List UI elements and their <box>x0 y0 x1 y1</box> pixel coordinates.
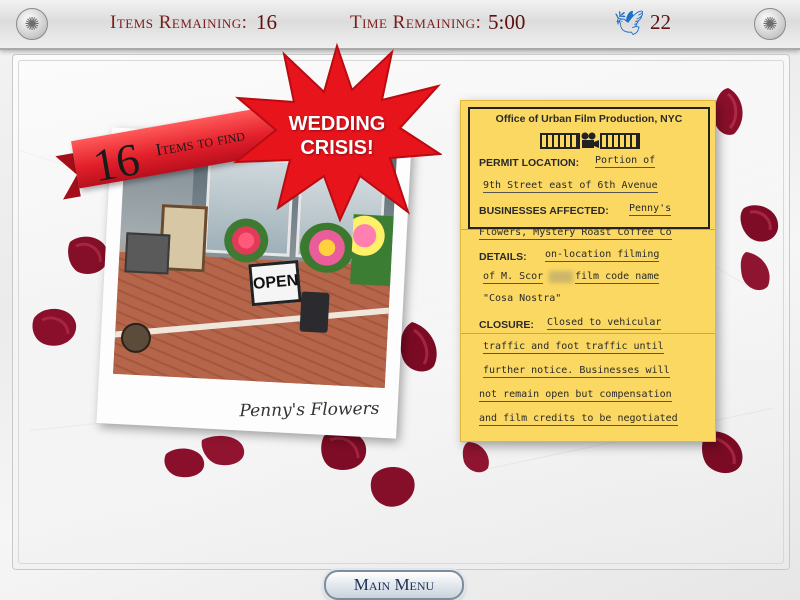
film-permit-note: Office of Urban Film Production, NYC PER… <box>460 100 716 442</box>
ornament-icon: ✺ <box>754 8 786 40</box>
businesses-affected-value: Penny's <box>629 203 672 216</box>
closure-value: Closed to vehicular <box>547 317 662 330</box>
ornament-icon: ✺ <box>16 8 48 40</box>
burst-text: WEDDING CRISIS! <box>232 112 442 160</box>
hint-count: 22 <box>650 10 671 34</box>
flower-bunch <box>350 214 394 287</box>
permit-title: Office of Urban Film Production, NYC <box>495 113 683 125</box>
items-remaining-label: Items Remaining: <box>110 12 248 33</box>
rose-petal-icon <box>740 252 770 291</box>
closure-value: and film credits to be negotiated <box>479 413 678 426</box>
details-label: DETAILS: <box>479 251 527 263</box>
time-remaining-label: Time Remaining: <box>350 12 482 33</box>
closure-value: further notice. Businesses will <box>483 365 670 378</box>
details-value: film code name <box>575 271 660 284</box>
details-value: on-location filming <box>545 249 660 262</box>
wedding-crisis-burst: WEDDING CRISIS! <box>232 42 444 223</box>
businesses-affected-label: BUSINESSES AFFECTED: <box>479 205 609 217</box>
rose-petal-icon <box>32 308 77 346</box>
burst-line-2: CRISIS! <box>300 137 374 159</box>
rose-petal-icon <box>462 442 489 473</box>
flower-bucket <box>299 291 330 333</box>
permit-location-value: 9th Street east of 6th Avenue <box>483 180 658 193</box>
cafe-table <box>124 232 171 275</box>
burst-line-1: WEDDING <box>288 113 386 135</box>
blue-bird-icon[interactable]: 🕊 <box>614 8 644 38</box>
rose-petal-icon <box>740 205 779 242</box>
businesses-affected-value: Flowers, Mystery Roast Coffee Co <box>479 227 672 240</box>
details-value: of M. Scor <box>483 271 544 284</box>
permit-location-label: PERMIT LOCATION: <box>479 157 580 169</box>
movie-camera-icon <box>581 132 599 148</box>
main-menu-button[interactable]: Main Menu <box>324 570 464 600</box>
open-sign: OPEN <box>248 260 302 307</box>
rose-petal-icon <box>370 467 415 507</box>
closure-label: CLOSURE: <box>479 319 534 331</box>
time-remaining-value: 5:00 <box>488 10 526 34</box>
note-crease <box>461 333 715 334</box>
rose-petal-icon <box>201 435 245 466</box>
film-camera-icon <box>540 131 640 151</box>
film-strip-icon <box>540 133 580 149</box>
permit-location-value: Portion of <box>595 155 656 168</box>
redacted-smudge <box>549 271 573 283</box>
photo-caption: Penny's Flowers <box>239 398 380 422</box>
ribbon-item-count: 16 <box>89 133 144 192</box>
closure-value: traffic and foot traffic until <box>483 341 664 354</box>
items-remaining-value: 16 <box>256 10 277 34</box>
details-value: "Cosa Nostra" <box>483 293 562 304</box>
rose-petal-icon <box>400 322 437 372</box>
film-strip-icon <box>600 133 640 149</box>
closure-value: not remain open but compensation <box>479 389 672 402</box>
